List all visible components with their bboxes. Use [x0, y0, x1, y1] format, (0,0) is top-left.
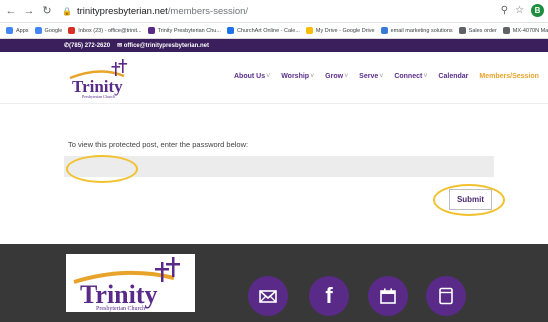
svg-text:Presbyterian Church: Presbyterian Church	[96, 306, 145, 312]
nav-item-label: Grow	[325, 73, 344, 80]
calendar-icon[interactable]	[368, 276, 408, 316]
url-domain: trinitypresbyterian.net	[76, 5, 168, 17]
bookmarks-bar: Apps Google Inbox (23) - office@trinit... T…	[0, 23, 548, 39]
bookmark-label: MX-4070N Machine Ide...	[512, 27, 548, 34]
nav-item-label: About Us	[234, 73, 266, 80]
nav-item-about-us[interactable]: About Us˅	[234, 73, 270, 80]
nav-item-serve[interactable]: Serve˅	[359, 73, 383, 80]
bookmark-label: Trinity Presbyterian Chu...	[157, 27, 221, 34]
bookmark-label: Inbox (23) - office@trinit...	[78, 27, 142, 34]
nav-item-grow[interactable]: Grow˅	[325, 73, 348, 80]
bookmark-label: Google	[44, 27, 63, 34]
bookmark-item[interactable]: MX-4070N Machine Ide...	[502, 27, 548, 34]
bookmark-favicon-icon	[147, 27, 155, 34]
bookmark-item[interactable]: My Drive - Google Drive	[305, 27, 375, 34]
lock-icon: 🔒	[62, 6, 72, 16]
bookmark-label: ChurchArt Online - Cale...	[236, 27, 300, 34]
search-icon[interactable]: ⚲	[501, 5, 508, 16]
bookmark-favicon-icon	[6, 27, 13, 34]
submit-highlight-circle	[433, 184, 505, 216]
nav-item-connect[interactable]: Connect˅	[394, 73, 427, 80]
address-bar[interactable]: 🔒 trinitypresbyterian.net/members-sessio…	[62, 3, 248, 20]
svg-text:Presbyterian Church: Presbyterian Church	[82, 94, 115, 99]
bookmark-item[interactable]: ChurchArt Online - Cale...	[226, 27, 300, 34]
star-icon[interactable]: ☆	[515, 5, 524, 16]
contact-bar: ✆(785) 272-2620 ✉ office@trinitypresbyte…	[0, 39, 548, 52]
chevron-down-icon: ˅	[423, 73, 428, 80]
password-prompt: To view this protected post, enter the p…	[68, 140, 249, 149]
facebook-icon[interactable]: f	[309, 276, 349, 316]
chevron-down-icon: ˅	[266, 73, 271, 80]
bookmark-favicon-icon	[305, 27, 313, 34]
browser-toolbar: ← → ↻ 🔒 trinitypresbyterian.net/members-…	[0, 0, 548, 23]
reload-icon[interactable]: ↻	[40, 4, 54, 18]
footer-logo[interactable]: Trinity Presbyterian Church	[66, 254, 195, 312]
bookmark-label: My Drive - Google Drive	[315, 27, 375, 34]
profile-avatar[interactable]: B	[531, 4, 544, 17]
nav-item-label: Serve	[359, 73, 379, 80]
bookmark-favicon-icon	[68, 27, 76, 34]
chevron-down-icon: ˅	[379, 73, 384, 80]
chevron-down-icon: ˅	[310, 73, 315, 80]
bookmark-item[interactable]: Apps	[6, 27, 29, 34]
back-arrow-icon[interactable]: ←	[4, 4, 18, 18]
password-highlight-circle	[66, 155, 138, 183]
bookmark-label: Sales order	[468, 27, 497, 34]
nav-item-label: Worship	[281, 73, 310, 80]
nav-item-worship[interactable]: Worship˅	[281, 73, 314, 80]
nav-item-members-session[interactable]: Members/Session	[479, 73, 539, 80]
bookmark-item[interactable]: Trinity Presbyterian Chu...	[147, 27, 221, 34]
main-navigation: About Us˅ Worship˅ Grow˅ Serve˅ Connect˅ Cale…	[234, 73, 539, 80]
bookmark-item[interactable]: Google	[34, 27, 63, 34]
email-address: office@trinitypresbyterian.net	[123, 43, 209, 49]
bookmark-item[interactable]: Sales order	[458, 27, 497, 34]
bookmark-item[interactable]: email marketing solutions	[380, 27, 453, 34]
nav-item-label: Connect	[394, 73, 423, 80]
church-logo[interactable]: Trinity Presbyterian Church	[64, 56, 136, 100]
url-path: /members-session/	[167, 5, 249, 17]
phone-link[interactable]: ✆(785) 272-2620	[64, 42, 110, 49]
site-header: Trinity Presbyterian Church About Us˅ Wor…	[0, 52, 548, 104]
document-icon[interactable]	[426, 276, 466, 316]
forward-arrow-icon[interactable]: →	[22, 4, 36, 18]
email-link[interactable]: ✉ office@trinitypresbyterian.net	[117, 42, 209, 49]
chevron-down-icon: ˅	[344, 73, 349, 80]
bookmark-favicon-icon	[502, 27, 510, 34]
phone-number: (785) 272-2620	[69, 43, 111, 49]
bookmark-favicon-icon	[34, 27, 42, 34]
svg-text:Trinity: Trinity	[80, 280, 158, 309]
bookmark-label: Apps	[16, 27, 29, 34]
bookmark-favicon-icon	[380, 27, 388, 34]
bookmark-label: email marketing solutions	[390, 27, 453, 34]
nav-item-calendar[interactable]: Calendar	[438, 73, 468, 80]
bookmark-favicon-icon	[226, 27, 234, 34]
nav-item-label: Calendar	[438, 73, 469, 80]
bookmark-item[interactable]: Inbox (23) - office@trinit...	[68, 27, 142, 34]
bookmark-favicon-icon	[458, 27, 466, 34]
nav-item-label: Members/Session	[479, 73, 539, 80]
envelope-icon[interactable]	[248, 276, 288, 316]
